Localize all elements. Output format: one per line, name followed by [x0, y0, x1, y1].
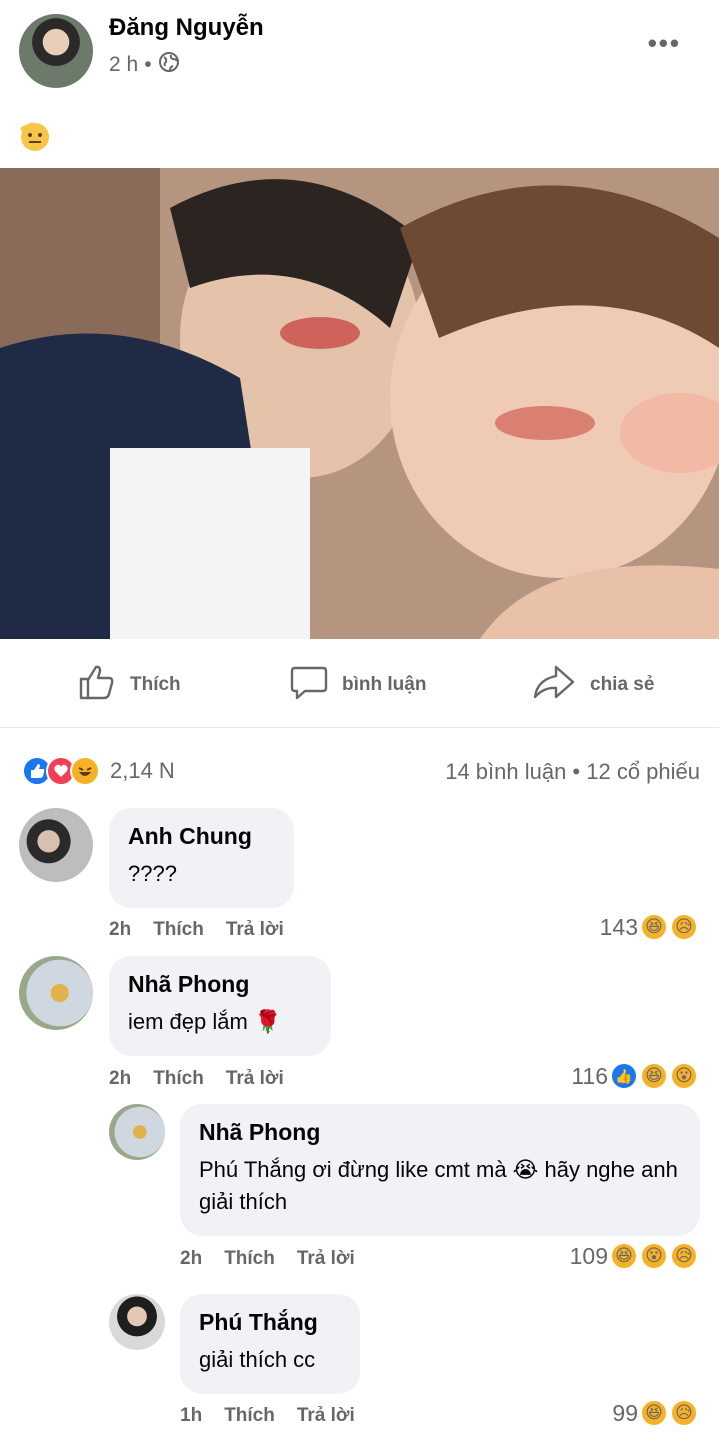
post-time[interactable]: 2 h	[109, 53, 138, 77]
comment-text: giải thích cc	[199, 1347, 316, 1372]
comment-bubble: Nhã Phong iem đẹp lắm 🌹	[109, 956, 331, 1056]
post-photo[interactable]	[0, 168, 719, 639]
comments-shares-count[interactable]: 14 bình luận • 12 cổ phiếu	[445, 759, 700, 785]
comment-meta: 1h Thích Trả lời	[180, 1405, 355, 1427]
comment-label: bình luận	[342, 674, 427, 695]
comment-reaction-count: 116	[571, 1062, 608, 1089]
like-reaction-icon: 👍	[610, 1062, 638, 1090]
commenter-avatar[interactable]	[19, 808, 93, 882]
comment-reaction-count: 143	[599, 913, 638, 940]
comment-like-button[interactable]: Thích	[224, 1405, 275, 1427]
comment-reaction-count: 99	[612, 1399, 638, 1426]
share-button[interactable]: chia sẻ	[532, 663, 654, 707]
comment-button[interactable]: bình luận	[290, 663, 426, 707]
comment-text: ????	[128, 861, 177, 886]
share-label: chia sẻ	[590, 674, 655, 695]
comment-reactions[interactable]: 116 👍 😆 😮	[571, 1062, 698, 1090]
sad-reaction-icon: 😥	[670, 913, 698, 941]
haha-reaction-icon	[70, 756, 100, 786]
comment-bubble: Anh Chung ????	[109, 808, 294, 908]
post-meta: 2 h •	[109, 51, 180, 79]
author-avatar[interactable]	[19, 14, 93, 88]
comment-time[interactable]: 1h	[180, 1405, 202, 1427]
comment-like-button[interactable]: Thích	[224, 1248, 275, 1270]
reply-avatar[interactable]	[109, 1104, 165, 1160]
reply-bubble: Phú Thắng giải thích cc	[180, 1294, 360, 1394]
haha-reaction-icon: 😆	[610, 1242, 638, 1270]
haha-reaction-icon: 😆	[640, 913, 668, 941]
reaction-count: 2,14 N	[110, 758, 175, 783]
comment-reaction-count: 109	[569, 1242, 608, 1269]
reply-avatar[interactable]	[109, 1294, 165, 1350]
comment-reply-button[interactable]: Trả lời	[297, 1405, 355, 1427]
comment-meta: 2h Thích Trả lời	[109, 1068, 284, 1090]
commenter-name[interactable]: Phú Thắng	[199, 1309, 341, 1336]
author-name[interactable]: Đăng Nguyễn	[109, 14, 264, 42]
sad-reaction-icon: 😥	[670, 1399, 698, 1427]
comment-like-button[interactable]: Thích	[153, 1068, 204, 1090]
haha-reaction-icon: 😆	[640, 1399, 668, 1427]
like-label: Thích	[130, 674, 181, 695]
wow-reaction-icon: 😮	[640, 1242, 668, 1270]
comment-time[interactable]: 2h	[180, 1248, 202, 1270]
reply-bubble: Nhã Phong Phú Thắng ơi đừng like cmt mà …	[180, 1104, 700, 1236]
commenter-name[interactable]: Nhã Phong	[199, 1119, 681, 1146]
thumbs-up-icon	[78, 663, 116, 707]
more-options-button[interactable]: •••	[648, 28, 681, 59]
globe-icon	[158, 51, 180, 79]
comment-time[interactable]: 2h	[109, 1068, 131, 1090]
comment-meta: 2h Thích Trả lời	[180, 1248, 355, 1270]
comment-meta: 2h Thích Trả lời	[109, 919, 284, 941]
comment-reactions[interactable]: 143 😆 😥	[600, 913, 698, 941]
salute-emoji-icon	[19, 121, 51, 158]
sad-reaction-icon: 😥	[670, 1242, 698, 1270]
comment-like-button[interactable]: Thích	[153, 919, 204, 941]
like-button[interactable]: Thích	[78, 663, 181, 707]
share-arrow-icon	[532, 663, 576, 707]
commenter-name[interactable]: Anh Chung	[128, 823, 275, 850]
comment-reply-button[interactable]: Trả lời	[297, 1248, 355, 1270]
comment-reactions[interactable]: 99 😆 😥	[612, 1399, 698, 1427]
haha-reaction-icon: 😆	[640, 1062, 668, 1090]
comment-text: iem đẹp lắm 🌹	[128, 1009, 282, 1034]
post-action-bar: Thích bình luận chia sẻ	[0, 645, 719, 728]
commenter-name[interactable]: Nhã Phong	[128, 971, 312, 998]
reaction-summary[interactable]: 2,14 N	[22, 756, 175, 786]
comment-reply-button[interactable]: Trả lời	[226, 919, 284, 941]
wow-reaction-icon: 😮	[670, 1062, 698, 1090]
meta-separator: •	[144, 53, 152, 76]
comment-time[interactable]: 2h	[109, 919, 131, 941]
speech-bubble-icon	[290, 663, 328, 707]
commenter-avatar[interactable]	[19, 956, 93, 1030]
comment-text: Phú Thắng ơi đừng like cmt mà 😭 hãy nghe…	[199, 1157, 678, 1214]
comment-reactions[interactable]: 109 😆 😮 😥	[570, 1242, 698, 1270]
comment-reply-button[interactable]: Trả lời	[226, 1068, 284, 1090]
